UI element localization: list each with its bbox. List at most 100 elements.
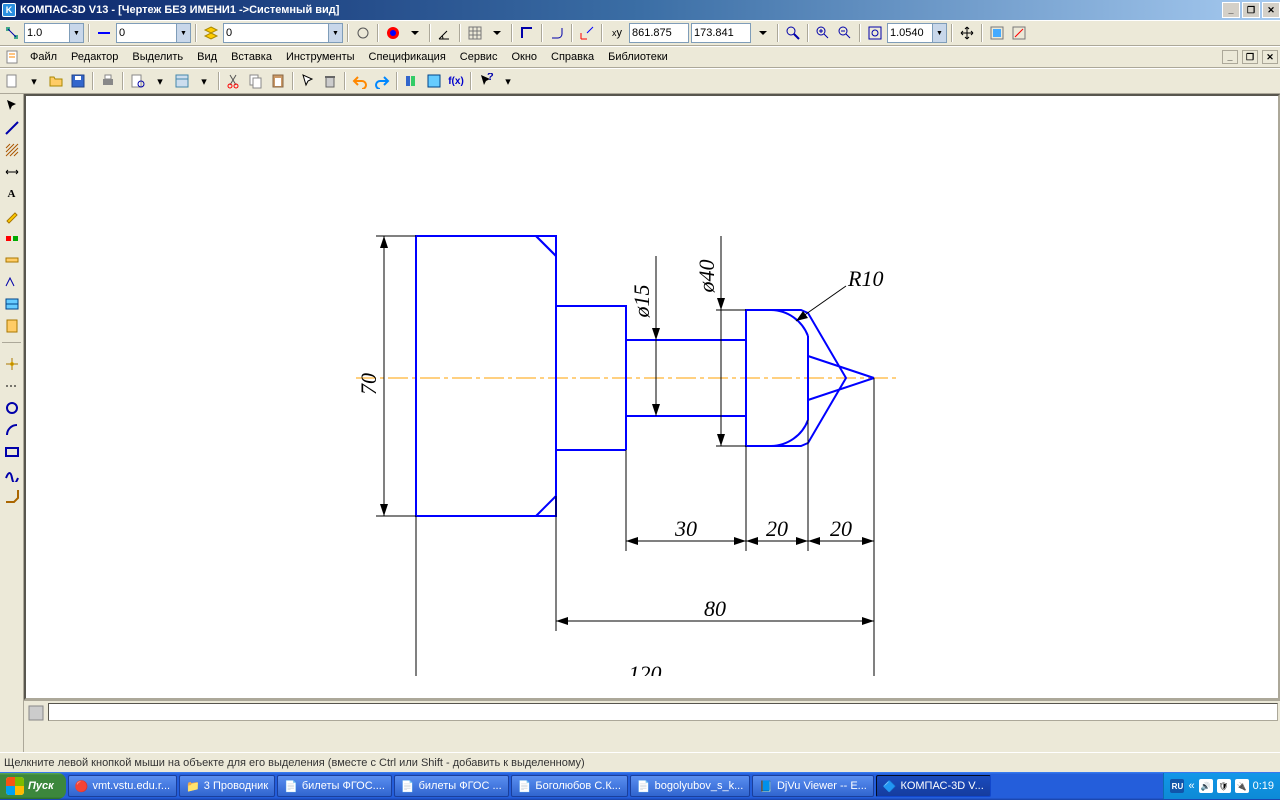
menu-insert[interactable]: Вставка: [225, 48, 278, 66]
menu-help[interactable]: Справка: [545, 48, 600, 66]
grid-dropdown[interactable]: [487, 23, 507, 43]
print-button[interactable]: [98, 71, 118, 91]
style-icon[interactable]: [94, 23, 114, 43]
rect-tool-icon[interactable]: [2, 442, 22, 462]
doc-minimize-button[interactable]: _: [1222, 50, 1238, 64]
lib-mgr-button[interactable]: [402, 71, 422, 91]
close-button[interactable]: ✕: [1262, 2, 1280, 18]
taskbar-item[interactable]: 🔴vmt.vstu.edu.r...: [68, 775, 177, 797]
zoom-in-icon[interactable]: [813, 23, 833, 43]
variables-button[interactable]: f(x): [446, 71, 466, 91]
menu-tools[interactable]: Инструменты: [280, 48, 361, 66]
color-dropdown[interactable]: [405, 23, 425, 43]
circle-tool-icon[interactable]: [2, 398, 22, 418]
dim-tool-icon[interactable]: [2, 162, 22, 182]
edit-tool-icon[interactable]: [2, 206, 22, 226]
pan-icon[interactable]: [957, 23, 977, 43]
lang-indicator[interactable]: RU: [1170, 779, 1184, 793]
clock[interactable]: 0:19: [1253, 780, 1274, 792]
arc-tool-icon[interactable]: [2, 420, 22, 440]
start-button[interactable]: Пуск: [0, 773, 66, 799]
doc-icon[interactable]: [2, 47, 22, 67]
tray-icon[interactable]: 🔌: [1235, 779, 1249, 793]
help-dropdown[interactable]: ▾: [498, 71, 518, 91]
doc-close-button[interactable]: ✕: [1262, 50, 1278, 64]
coord-label-icon[interactable]: xy: [607, 23, 627, 43]
undo-button[interactable]: [350, 71, 370, 91]
save-button[interactable]: [68, 71, 88, 91]
layer-icon[interactable]: [201, 23, 221, 43]
tray-expand-icon[interactable]: «: [1188, 780, 1194, 792]
new-dropdown[interactable]: ▾: [24, 71, 44, 91]
arrow-tool-icon[interactable]: [2, 96, 22, 116]
grid-icon[interactable]: [465, 23, 485, 43]
round-icon[interactable]: [547, 23, 567, 43]
drawing-canvas[interactable]: 70 120 80: [24, 94, 1280, 700]
step-combo[interactable]: 1.0▼: [24, 23, 84, 43]
select-button[interactable]: [298, 71, 318, 91]
help-button[interactable]: ?: [476, 71, 496, 91]
menu-lib[interactable]: Библиотеки: [602, 48, 674, 66]
layer-combo[interactable]: 0▼: [223, 23, 343, 43]
taskbar-item[interactable]: 📘DjVu Viewer -- E...: [752, 775, 874, 797]
zoom-icon[interactable]: [783, 23, 803, 43]
menu-window[interactable]: Окно: [505, 48, 543, 66]
taskbar-item[interactable]: 📄билеты ФГОС ...: [394, 775, 509, 797]
minimize-button[interactable]: _: [1222, 2, 1240, 18]
menu-edit[interactable]: Редактор: [65, 48, 124, 66]
restore-button[interactable]: ❐: [1242, 2, 1260, 18]
preview-dropdown[interactable]: ▾: [150, 71, 170, 91]
param-tool-icon[interactable]: [2, 228, 22, 248]
sheet-tool-icon[interactable]: [2, 316, 22, 336]
prop-confirm-icon[interactable]: [26, 703, 46, 723]
color-button[interactable]: [383, 23, 403, 43]
lcs-icon[interactable]: [577, 23, 597, 43]
hatch-tool-icon[interactable]: [2, 140, 22, 160]
angle-icon[interactable]: [435, 23, 455, 43]
taskbar-item-active[interactable]: 🔷КОМПАС-3D V...: [876, 775, 991, 797]
preview-button[interactable]: [128, 71, 148, 91]
snap-icon[interactable]: [2, 23, 22, 43]
menu-service[interactable]: Сервис: [454, 48, 504, 66]
refresh-icon[interactable]: [987, 23, 1007, 43]
table-tool-icon[interactable]: [2, 294, 22, 314]
menu-spec[interactable]: Спецификация: [363, 48, 452, 66]
style-combo[interactable]: 0▼: [116, 23, 191, 43]
new-button[interactable]: [2, 71, 22, 91]
coord-y-field[interactable]: 173.841: [691, 23, 751, 43]
property-field[interactable]: [48, 703, 1278, 721]
text-tool-icon[interactable]: A: [2, 184, 22, 204]
taskbar-item[interactable]: 📄билеты ФГОС....: [277, 775, 392, 797]
taskbar-item[interactable]: 📁3 Проводник: [179, 775, 275, 797]
spline-tool-icon[interactable]: [2, 464, 22, 484]
zoom-fit-icon[interactable]: [865, 23, 885, 43]
taskbar-item[interactable]: 📄Боголюбов С.К...: [511, 775, 628, 797]
ortho-icon[interactable]: [517, 23, 537, 43]
copy-button[interactable]: [246, 71, 266, 91]
paste-button[interactable]: [268, 71, 288, 91]
zoom-combo[interactable]: 1.0540▼: [887, 23, 947, 43]
taskbar-item[interactable]: 📄bogolyubov_s_k...: [630, 775, 750, 797]
coord-x-field[interactable]: 861.875: [629, 23, 689, 43]
properties-button[interactable]: [172, 71, 192, 91]
line-style-icon[interactable]: [353, 23, 373, 43]
chamfer-tool-icon[interactable]: [2, 486, 22, 506]
open-button[interactable]: [46, 71, 66, 91]
menu-select[interactable]: Выделить: [126, 48, 189, 66]
coord-dropdown[interactable]: [753, 23, 773, 43]
catalog-button[interactable]: [424, 71, 444, 91]
tray-icon[interactable]: 🛡: [1217, 779, 1231, 793]
tray-icon[interactable]: 🔊: [1199, 779, 1213, 793]
menu-file[interactable]: Файл: [24, 48, 63, 66]
redraw-icon[interactable]: [1009, 23, 1029, 43]
point-tool-icon[interactable]: [2, 354, 22, 374]
doc-restore-button[interactable]: ❐: [1242, 50, 1258, 64]
aux-line-tool-icon[interactable]: [2, 376, 22, 396]
line-tool-icon[interactable]: [2, 118, 22, 138]
rough-tool-icon[interactable]: [2, 272, 22, 292]
delete-button[interactable]: [320, 71, 340, 91]
redo-button[interactable]: [372, 71, 392, 91]
menu-view[interactable]: Вид: [191, 48, 223, 66]
properties-dropdown[interactable]: ▾: [194, 71, 214, 91]
zoom-out-icon[interactable]: [835, 23, 855, 43]
